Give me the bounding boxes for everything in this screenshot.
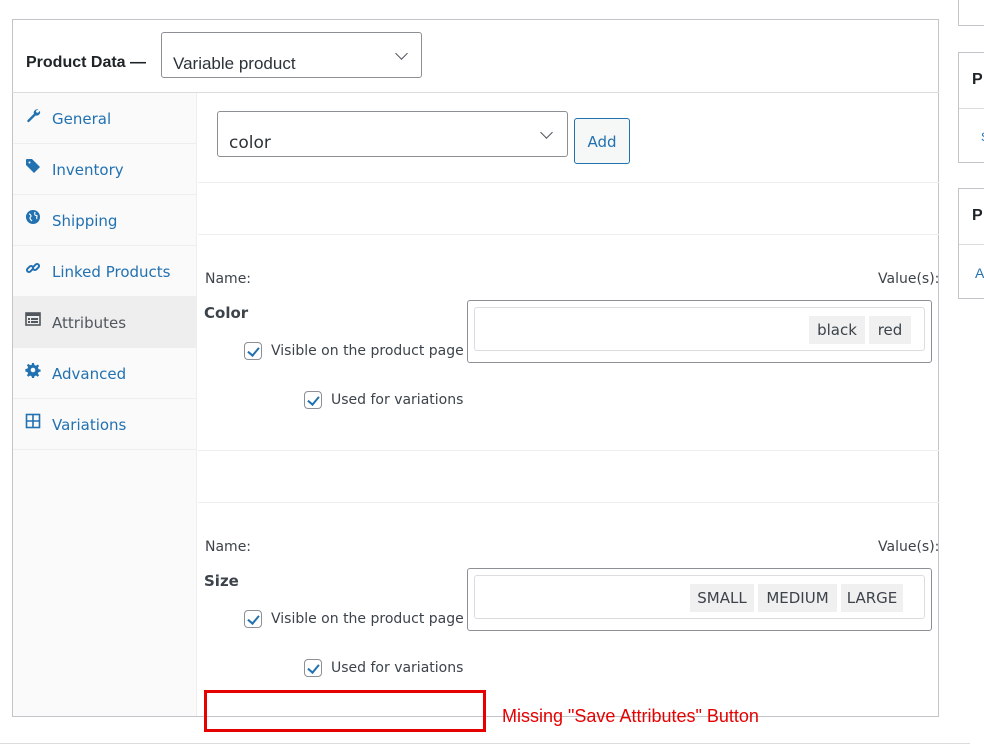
- divider: [198, 234, 939, 235]
- tab-variations-label: Variations: [52, 416, 127, 434]
- missing-button-highlight: [204, 690, 486, 732]
- attribute-values-label: Value(s):: [878, 271, 940, 287]
- product-data-header: [12, 19, 939, 93]
- globe-icon: [25, 209, 41, 225]
- missing-button-annotation: Missing "Save Attributes" Button: [502, 706, 759, 726]
- product-type-select[interactable]: Variable product: [161, 32, 422, 78]
- grid-icon: [25, 413, 41, 429]
- value-chip[interactable]: SMALL: [690, 584, 754, 612]
- tab-shipping-label: Shipping: [52, 212, 118, 230]
- tab-shipping[interactable]: Shipping: [13, 195, 197, 246]
- visible-on-product-page-label: Visible on the product page: [271, 343, 464, 359]
- chevron-down-icon: [395, 47, 408, 60]
- right-panel-1-title: P: [972, 71, 983, 88]
- used-for-variations-checkbox[interactable]: [304, 391, 322, 409]
- attribute-values-label: Value(s):: [878, 539, 940, 555]
- attribute-name: Size: [204, 572, 239, 590]
- right-panel-2-title: P: [972, 207, 983, 224]
- attribute-values-input[interactable]: black red: [474, 307, 925, 351]
- divider: [198, 502, 939, 503]
- tab-general-label: General: [52, 110, 112, 128]
- attribute-name-label: Name:: [205, 539, 252, 555]
- used-for-variations-checkbox[interactable]: [304, 659, 322, 677]
- tab-attributes-label: Attributes: [52, 314, 127, 332]
- tab-linked-products[interactable]: Linked Products: [13, 246, 197, 297]
- wrench-icon: [25, 107, 41, 123]
- chevron-down-icon: [540, 126, 553, 139]
- value-chip[interactable]: red: [869, 316, 911, 344]
- attribute-select[interactable]: color: [217, 111, 568, 157]
- divider: [198, 450, 939, 451]
- tab-advanced-label: Advanced: [52, 365, 127, 383]
- visible-on-product-page-checkbox[interactable]: [244, 610, 262, 628]
- attribute-values-field[interactable]: SMALL MEDIUM LARGE: [467, 568, 932, 631]
- right-panel-2: P A: [958, 188, 984, 299]
- value-chip[interactable]: LARGE: [841, 584, 903, 612]
- divider: [198, 182, 939, 183]
- attribute-name: Color: [204, 304, 249, 322]
- tab-general[interactable]: General: [13, 93, 197, 144]
- tab-inventory-label: Inventory: [52, 161, 124, 179]
- attribute-select-value: color: [229, 133, 271, 153]
- divider: [0, 743, 970, 744]
- visible-on-product-page-checkbox[interactable]: [244, 342, 262, 360]
- attribute-name-label: Name:: [205, 271, 252, 287]
- product-type-value: Variable product: [173, 54, 296, 73]
- value-chip[interactable]: black: [809, 316, 865, 344]
- list-icon: [25, 311, 41, 327]
- product-data-label: Product Data —: [26, 54, 147, 71]
- tab-inventory[interactable]: Inventory: [13, 144, 197, 195]
- tab-linked-products-label: Linked Products: [52, 263, 171, 281]
- attribute-values-input[interactable]: SMALL MEDIUM LARGE: [474, 575, 925, 619]
- right-panel-top-stub: [958, 0, 984, 26]
- tab-variations[interactable]: Variations: [13, 399, 197, 450]
- tab-advanced[interactable]: Advanced: [13, 348, 197, 399]
- gear-icon: [25, 362, 41, 379]
- used-for-variations-label: Used for variations: [331, 660, 464, 676]
- product-data-tabs: General Inventory Shipping Linked Produc…: [13, 93, 197, 716]
- used-for-variations-label: Used for variations: [331, 392, 464, 408]
- right-panel-2-link[interactable]: A: [975, 265, 984, 281]
- tab-attributes[interactable]: Attributes: [13, 297, 197, 348]
- value-chip[interactable]: MEDIUM: [758, 584, 837, 612]
- tag-icon: [25, 158, 41, 174]
- attribute-values-field[interactable]: black red: [467, 300, 932, 363]
- visible-on-product-page-label: Visible on the product page: [271, 611, 464, 627]
- link-icon: [25, 260, 41, 276]
- right-panel-1: P S: [958, 52, 984, 163]
- add-attribute-button[interactable]: Add: [574, 118, 630, 164]
